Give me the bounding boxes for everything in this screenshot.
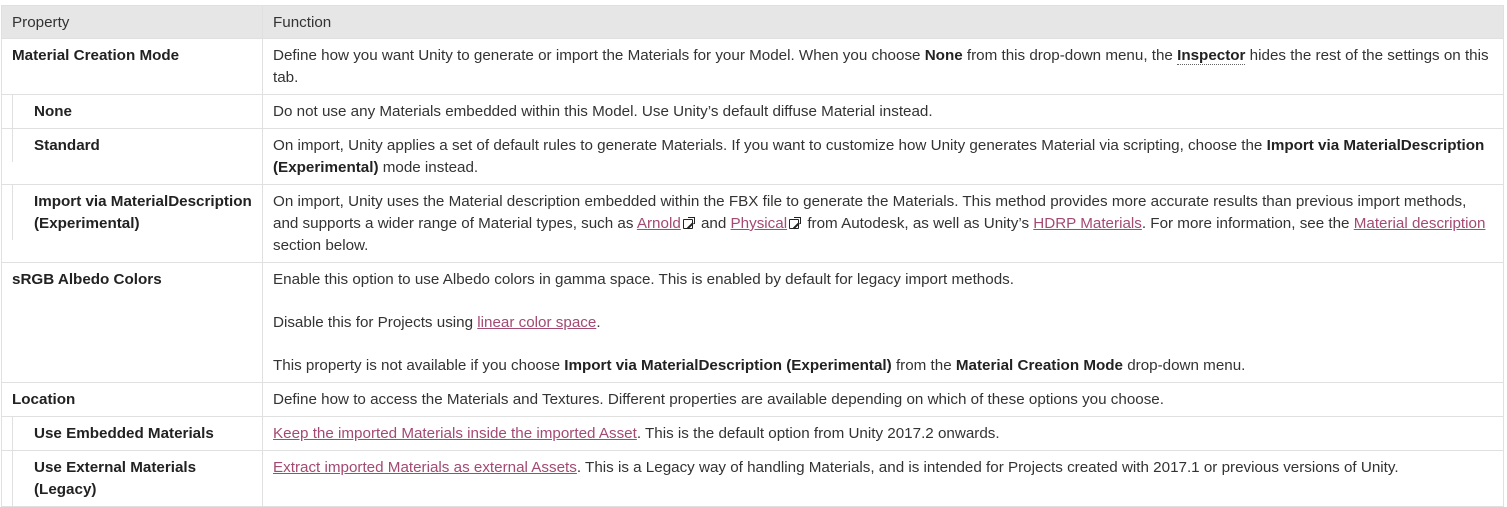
- function-text: from Autodesk, as well as Unity’s: [803, 215, 1034, 232]
- property-function: Enable this option to use Albedo colors …: [262, 262, 1504, 383]
- table-row: Standard On import, Unity applies a set …: [1, 128, 1504, 185]
- external-link-icon[interactable]: [682, 217, 695, 229]
- function-text: . For more information, see the: [1141, 215, 1354, 232]
- header-property: Property: [1, 5, 263, 39]
- external-link-icon[interactable]: [789, 217, 802, 229]
- table-row: sRGB Albedo Colors Enable this option to…: [1, 262, 1504, 383]
- property-name-sub: None: [1, 94, 263, 129]
- function-text: Define how you want Unity to generate or…: [273, 47, 925, 64]
- function-text: drop-down menu.: [1122, 357, 1246, 374]
- table-row: None Do not use any Materials embedded w…: [1, 94, 1504, 129]
- property-function: On import, Unity applies a set of defaul…: [262, 128, 1504, 185]
- property-function: Do not use any Materials embedded within…: [262, 94, 1504, 129]
- function-text: . This is a Legacy way of handling Mater…: [576, 459, 1399, 476]
- table-row: Import via MaterialDescription (Experime…: [1, 184, 1504, 263]
- property-name-sub: Import via MaterialDescription (Experime…: [1, 184, 263, 263]
- property-function: Keep the imported Materials inside the i…: [262, 416, 1504, 451]
- keep-imported-materials-link[interactable]: Keep the imported Materials inside the i…: [273, 425, 637, 442]
- function-paragraph: This property is not available if you ch…: [273, 355, 1493, 377]
- property-function: Extract imported Materials as external A…: [262, 450, 1504, 507]
- emphasis-text: Import via MaterialDescription (Experime…: [564, 357, 892, 374]
- table-row: Use External Materials (Legacy) Extract …: [1, 450, 1504, 507]
- inspector-tooltip-term[interactable]: Inspector: [1177, 47, 1246, 65]
- function-text: . This is the default option from Unity …: [636, 425, 1000, 442]
- physical-link[interactable]: Physical: [731, 215, 788, 232]
- property-function: Define how you want Unity to generate or…: [262, 38, 1504, 95]
- extract-materials-link[interactable]: Extract imported Materials as external A…: [273, 459, 577, 476]
- function-text: from the: [891, 357, 956, 374]
- function-text: .: [596, 314, 601, 331]
- material-description-link[interactable]: Material description: [1354, 215, 1486, 232]
- property-name: sRGB Albedo Colors: [1, 262, 263, 383]
- property-name: Standard: [12, 129, 252, 162]
- function-text: mode instead.: [378, 159, 479, 176]
- function-text: On import, Unity applies a set of defaul…: [273, 137, 1267, 154]
- property-function: Define how to access the Materials and T…: [262, 382, 1504, 417]
- property-name-sub: Use Embedded Materials: [1, 416, 263, 451]
- hdrp-materials-link[interactable]: HDRP Materials: [1033, 215, 1142, 232]
- function-text: Disable this for Projects using: [273, 314, 478, 331]
- property-name: Use Embedded Materials: [12, 417, 252, 450]
- function-paragraph: Enable this option to use Albedo colors …: [273, 271, 1014, 288]
- function-text: section below.: [273, 237, 369, 254]
- property-name-sub: Standard: [1, 128, 263, 185]
- table-header-row: Property Function: [1, 5, 1504, 39]
- property-name: Use External Materials (Legacy): [12, 451, 252, 506]
- emphasis-text: None: [924, 47, 963, 64]
- property-function: On import, Unity uses the Material descr…: [262, 184, 1504, 263]
- function-text: This property is not available if you ch…: [273, 357, 565, 374]
- property-name-sub: Use External Materials (Legacy): [1, 450, 263, 507]
- property-name: Import via MaterialDescription (Experime…: [12, 185, 252, 240]
- property-name: None: [12, 95, 252, 128]
- table-row: Material Creation Mode Define how you wa…: [1, 38, 1504, 95]
- properties-table: Property Function Material Creation Mode…: [1, 5, 1504, 507]
- linear-color-space-link[interactable]: linear color space: [477, 314, 596, 331]
- function-paragraph: Disable this for Projects using linear c…: [273, 312, 1493, 334]
- emphasis-text: Material Creation Mode: [955, 357, 1123, 374]
- function-text: from this drop-down menu, the: [962, 47, 1178, 64]
- function-text: and: [696, 215, 731, 232]
- arnold-link[interactable]: Arnold: [637, 215, 681, 232]
- property-name: Material Creation Mode: [1, 38, 263, 95]
- table-row: Use Embedded Materials Keep the imported…: [1, 416, 1504, 451]
- property-name: Location: [1, 382, 263, 417]
- table-row: Location Define how to access the Materi…: [1, 382, 1504, 417]
- header-function: Function: [262, 5, 1504, 39]
